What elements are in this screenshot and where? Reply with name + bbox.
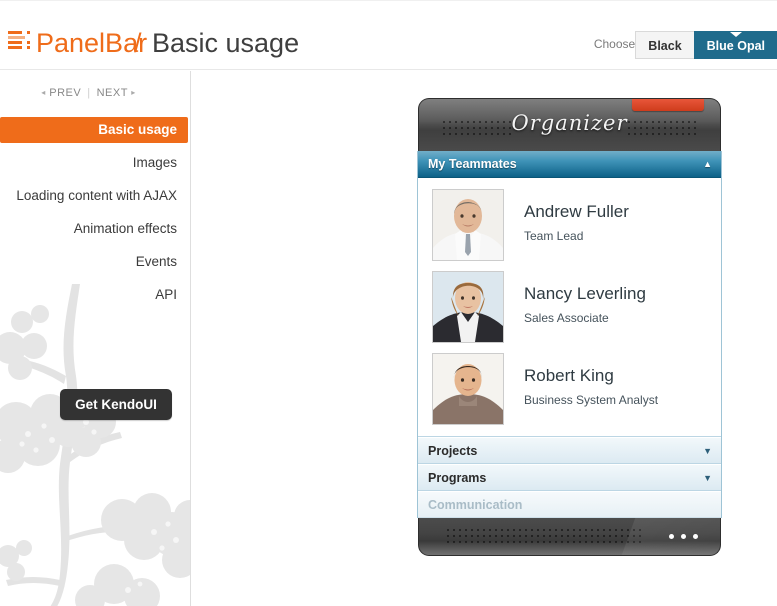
list-item[interactable]: Robert King Business System Analyst bbox=[418, 348, 721, 430]
sidebar-item-animation-effects[interactable]: Animation effects bbox=[0, 216, 188, 242]
member-title: Business System Analyst bbox=[524, 393, 659, 407]
page-header: PanelBar / Basic usage Choose Theme: Bla… bbox=[0, 0, 777, 70]
sidebar-item-images[interactable]: Images bbox=[0, 150, 188, 176]
list-item[interactable]: Andrew Fuller Team Lead bbox=[418, 184, 721, 266]
page-title: Basic usage bbox=[152, 28, 300, 58]
member-name: Robert King bbox=[524, 366, 614, 385]
get-kendoui-button[interactable]: Get KendoUI bbox=[60, 389, 172, 420]
speaker-grille-bottom-icon bbox=[445, 527, 641, 547]
member-title: Team Lead bbox=[524, 229, 584, 243]
status-dot bbox=[681, 534, 686, 539]
sidebar-item-api[interactable]: API bbox=[0, 282, 188, 308]
panel-title-programs: Programs bbox=[428, 471, 487, 485]
sidebar-item-basic-usage[interactable]: Basic usage bbox=[0, 117, 188, 143]
brand-title[interactable]: PanelBar bbox=[36, 28, 147, 59]
panel-title-communication: Communication bbox=[428, 498, 523, 512]
red-tab-indicator bbox=[631, 99, 704, 111]
panelbar: My Teammates ▲ Andrew Fuller Team Lead N… bbox=[417, 151, 722, 518]
list-item-info: Robert King Business System Analyst bbox=[504, 353, 658, 407]
breadcrumb-separator: / bbox=[134, 28, 142, 58]
list-item-info: Nancy Leverling Sales Associate bbox=[504, 271, 646, 325]
list-icon bbox=[8, 31, 30, 49]
member-title: Sales Associate bbox=[524, 311, 609, 325]
panel-header-projects[interactable]: Projects ▼ bbox=[418, 437, 721, 464]
theme-switcher: Black Blue Opal bbox=[635, 31, 777, 59]
sidebar-item-events[interactable]: Events bbox=[0, 249, 188, 275]
panel-title-projects: Projects bbox=[428, 444, 478, 458]
prev-arrow-icon: ◂ bbox=[41, 88, 46, 97]
sidebar-item-loading-content-ajax[interactable]: Loading content with AJAX bbox=[0, 183, 188, 209]
avatar bbox=[432, 271, 504, 343]
status-dots bbox=[669, 534, 698, 539]
status-dot bbox=[669, 534, 674, 539]
avatar bbox=[432, 189, 504, 261]
member-name: Andrew Fuller bbox=[524, 202, 629, 221]
panel-header-my-teammates[interactable]: My Teammates ▲ bbox=[418, 151, 721, 178]
device-top-bezel: Organizer bbox=[418, 98, 721, 151]
device-bottom-bezel bbox=[418, 518, 721, 556]
next-label: NEXT bbox=[96, 87, 128, 99]
list-item[interactable]: Nancy Leverling Sales Associate bbox=[418, 266, 721, 348]
chevron-down-icon: ▼ bbox=[703, 473, 712, 483]
panel-content-my-teammates: Andrew Fuller Team Lead Nancy Leverling … bbox=[418, 178, 721, 437]
avatar bbox=[432, 353, 504, 425]
panel-header-programs[interactable]: Programs ▼ bbox=[418, 464, 721, 491]
chevron-up-icon: ▲ bbox=[703, 159, 712, 169]
panel-title-my-teammates: My Teammates bbox=[428, 157, 517, 171]
organizer-logo: Organizer bbox=[511, 111, 628, 135]
chevron-down-icon: ▼ bbox=[703, 446, 712, 456]
list-item-info: Andrew Fuller Team Lead bbox=[504, 189, 629, 243]
theme-tab-black[interactable]: Black bbox=[635, 31, 694, 59]
nav-separator: | bbox=[87, 87, 91, 99]
floral-decoration bbox=[0, 284, 190, 606]
next-link[interactable]: NEXT ▸ bbox=[97, 87, 136, 99]
prev-next-nav: ◂ PREV | NEXT ▸ bbox=[0, 87, 177, 99]
member-name: Nancy Leverling bbox=[524, 284, 646, 303]
page-root: PanelBar / Basic usage Choose Theme: Bla… bbox=[0, 0, 777, 606]
theme-tab-blue-opal[interactable]: Blue Opal bbox=[693, 31, 777, 59]
status-dot bbox=[693, 534, 698, 539]
sidebar-nav: Basic usage Images Loading content with … bbox=[0, 117, 188, 315]
organizer-widget: Organizer My Teammates ▲ Andrew Fuller T… bbox=[417, 98, 722, 556]
sidebar: ◂ PREV | NEXT ▸ Basic usage Images Loading… bbox=[0, 71, 191, 606]
next-arrow-icon: ▸ bbox=[131, 88, 136, 97]
panel-header-communication: Communication bbox=[418, 491, 721, 518]
prev-label: PREV bbox=[49, 87, 82, 99]
prev-link[interactable]: ◂ PREV bbox=[41, 87, 81, 99]
